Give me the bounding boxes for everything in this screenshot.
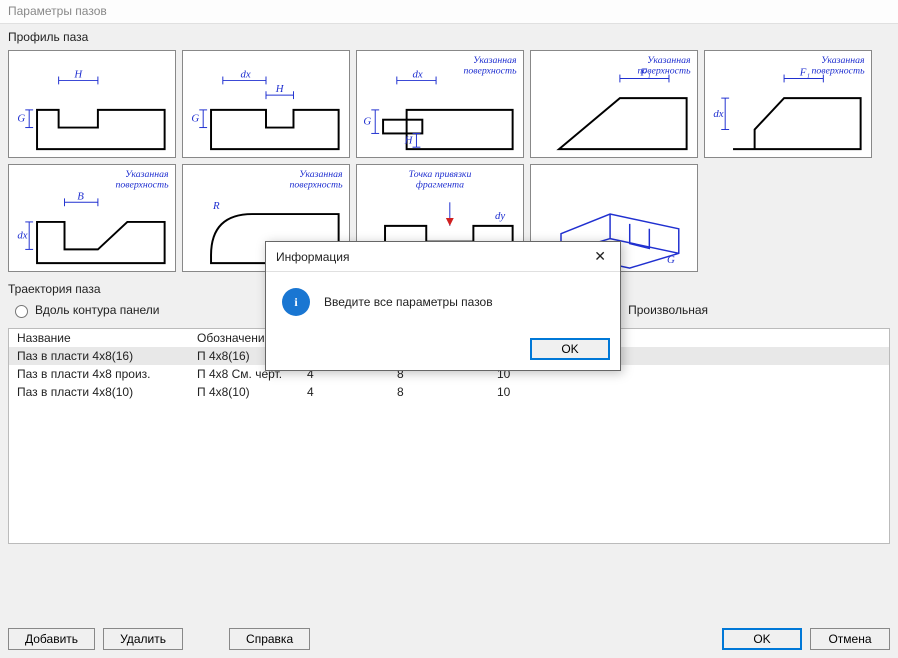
add-button[interactable]: Добавить [8,628,95,650]
cell-designation: П 4x8(10) [189,383,299,401]
svg-text:Указанная: Указанная [821,55,865,66]
radio-along-contour[interactable]: Вдоль контура панели [10,302,160,318]
svg-text:G: G [17,113,25,125]
svg-text:G: G [363,116,371,128]
ok-button[interactable]: OK [722,628,802,650]
svg-text:dx: dx [413,69,423,81]
profile-option-cham-step[interactable]: Указаннаяповерхность Bdx [8,164,176,272]
cancel-button[interactable]: Отмена [810,628,890,650]
svg-text:dy: dy [495,210,505,222]
cell-name: Паз в пласти 4x8 произ. [9,365,189,383]
svg-text:H: H [73,69,83,81]
cell-width: 4 [299,383,389,401]
info-dialog: Информация ✕ i Введите все параметры паз… [265,241,621,371]
svg-text:Точка привязки: Точка привязки [409,169,472,180]
dialog-message: Введите все параметры пазов [324,295,493,309]
window-title: Параметры пазов [0,0,898,24]
profile-option-notch[interactable]: dx H G [182,50,350,158]
info-icon: i [282,288,310,316]
close-icon[interactable]: ✕ [590,248,610,265]
svg-text:B: B [77,190,84,202]
svg-text:поверхность: поверхность [463,66,517,77]
svg-text:G: G [667,254,675,266]
table-row[interactable]: Паз в пласти 4x8(10)П 4x8(10)4810 [9,383,889,401]
delete-button[interactable]: Удалить [103,628,183,650]
svg-text:фрагмента: фрагмента [416,180,464,191]
cell-name: Паз в пласти 4x8(10) [9,383,189,401]
profile-option-tenon[interactable]: Указаннаяповерхность dx G H [356,50,524,158]
col-name: Название [9,329,189,347]
svg-text:R: R [212,200,220,212]
svg-text:поверхность: поверхность [811,66,865,77]
svg-text:H: H [404,134,414,146]
cell-offset: 10 [489,383,889,401]
svg-text:Указанная: Указанная [125,169,169,180]
svg-text:Указанная: Указанная [647,55,691,66]
profile-option-step-left[interactable]: HG [8,50,176,158]
dialog-ok-button[interactable]: OK [530,338,610,360]
dialog-title: Информация [276,250,349,264]
profile-option-chamfer-edge[interactable]: УказаннаяповерхностьF₁ dx [704,50,872,158]
radio-free[interactable]: Произвольная [628,303,708,317]
radio-along-contour-label: Вдоль контура панели [35,303,160,317]
svg-text:dx: dx [713,108,723,120]
svg-text:dx: dx [240,69,250,81]
svg-text:dx: dx [17,230,27,242]
svg-text:поверхность: поверхность [115,180,169,191]
help-button[interactable]: Справка [229,628,310,650]
svg-text:H: H [275,83,285,95]
profile-group-label: Профиль паза [0,24,898,46]
footer: Добавить Удалить Справка OK Отмена [8,628,890,650]
svg-text:Указанная: Указанная [299,169,343,180]
svg-text:F₁: F₁ [799,67,811,79]
profile-option-chamfer-in[interactable]: УказаннаяповерхностьF₁ [530,50,698,158]
svg-text:поверхность: поверхность [289,180,343,191]
cell-depth: 8 [389,383,489,401]
radio-free-label: Произвольная [628,303,708,317]
svg-text:G: G [191,113,199,125]
svg-text:Указанная: Указанная [473,55,517,66]
cell-name: Паз в пласти 4x8(16) [9,347,189,365]
svg-text:F₁: F₁ [640,67,652,79]
